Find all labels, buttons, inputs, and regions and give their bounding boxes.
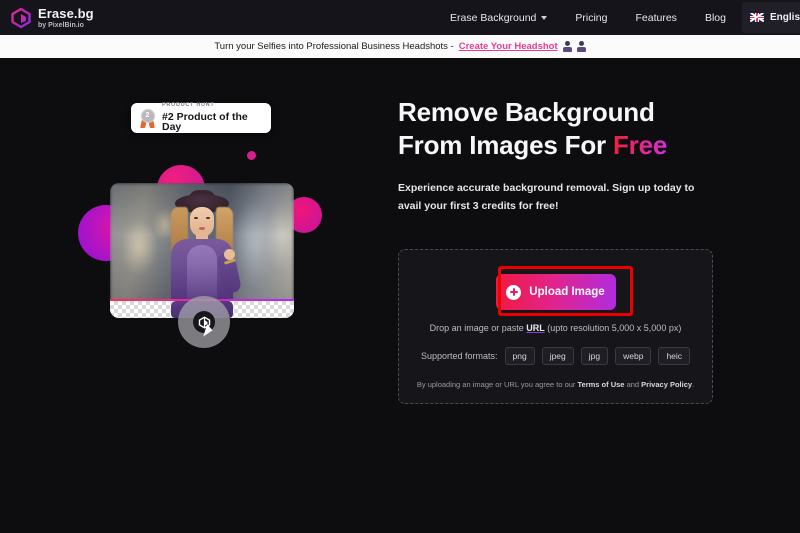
uk-flag-icon [750,13,764,22]
top-navigation-bar: Erase.bg by PixelBin.io Erase Background… [0,0,800,35]
terms-of-use-link[interactable]: Terms of Use [578,380,625,389]
upload-dropzone-card[interactable]: Upload Image Drop an image or paste URL … [398,249,713,404]
drop-instructions: Drop an image or paste URL (upto resolut… [430,323,682,333]
hero-title-highlight: Free [612,130,668,161]
drop-prefix: Drop an image or paste [429,323,527,333]
legal-end: . [692,380,695,389]
hero-subtitle: Experience accurate background removal. … [398,181,695,212]
promo-text: Turn your Selfies into Professional Busi… [214,41,454,52]
product-hunt-badge[interactable]: 2 PRODUCT HUNT #2 Product of the Day [131,103,271,133]
decorative-dot [247,151,256,160]
format-chip-jpeg[interactable]: jpeg [541,347,574,365]
privacy-policy-link[interactable]: Privacy Policy [641,380,692,389]
brand-tagline: by PixelBin.io [38,21,84,29]
medal-rank: 2 [145,112,150,119]
drop-suffix: (upto resolution 5,000 x 5,000 px) [544,323,682,333]
product-hunt-kicker: PRODUCT HUNT [162,102,215,109]
legal-and: and [624,380,642,389]
nav-links: Erase Background Pricing Features Blog [450,0,726,35]
nav-item-label: Erase Background [450,11,537,24]
brand-name: Erase.bg [38,5,94,21]
avatar-icon-2 [576,41,586,52]
format-chip-png[interactable]: png [504,347,535,365]
avatar-icon-1 [562,41,572,52]
chevron-down-icon [541,15,548,20]
nav-item-blog[interactable]: Blog [705,12,726,24]
promo-cta-link[interactable]: Create Your Headshot [459,41,558,52]
brand-logo-link[interactable]: Erase.bg by PixelBin.io [0,7,94,29]
hero-content: Remove Background From Images For Free E… [398,96,758,215]
page-root: Erase.bg by PixelBin.io Erase Background… [0,0,800,533]
nav-item-features[interactable]: Features [636,12,677,24]
plus-circle-icon [506,284,522,300]
promo-banner: Turn your Selfies into Professional Busi… [0,35,800,58]
legal-disclaimer: By uploading an image or URL you agree t… [417,380,694,389]
format-chip-heic[interactable]: heic [658,347,691,365]
language-label: English [770,12,800,23]
paste-url-link[interactable]: URL [526,323,545,333]
page-title: Remove Background From Images For Free [398,96,758,163]
nav-item-erase-background[interactable]: Erase Background [450,11,548,24]
legal-prefix: By uploading an image or URL you agree t… [416,380,578,389]
hero-title-line1: Remove Background [398,97,655,127]
product-hunt-title: #2 Product of the Day [162,110,248,134]
comparison-slider-handle[interactable] [178,296,230,348]
nav-item-pricing[interactable]: Pricing [575,12,607,24]
hero-title-line2: From Images For [398,130,613,161]
language-selector[interactable]: English [742,2,800,33]
upload-image-button[interactable]: Upload Image [495,274,616,310]
upload-button-label: Upload Image [529,286,605,298]
medal-icon: 2 [139,108,156,128]
format-chip-jpg[interactable]: jpg [580,347,609,365]
supported-formats-label: Supported formats: [420,351,498,361]
cube-logo-icon [10,7,32,29]
supported-formats-row: Supported formats: png jpeg jpg webp hei… [420,347,691,365]
format-chip-webp[interactable]: webp [615,347,652,365]
